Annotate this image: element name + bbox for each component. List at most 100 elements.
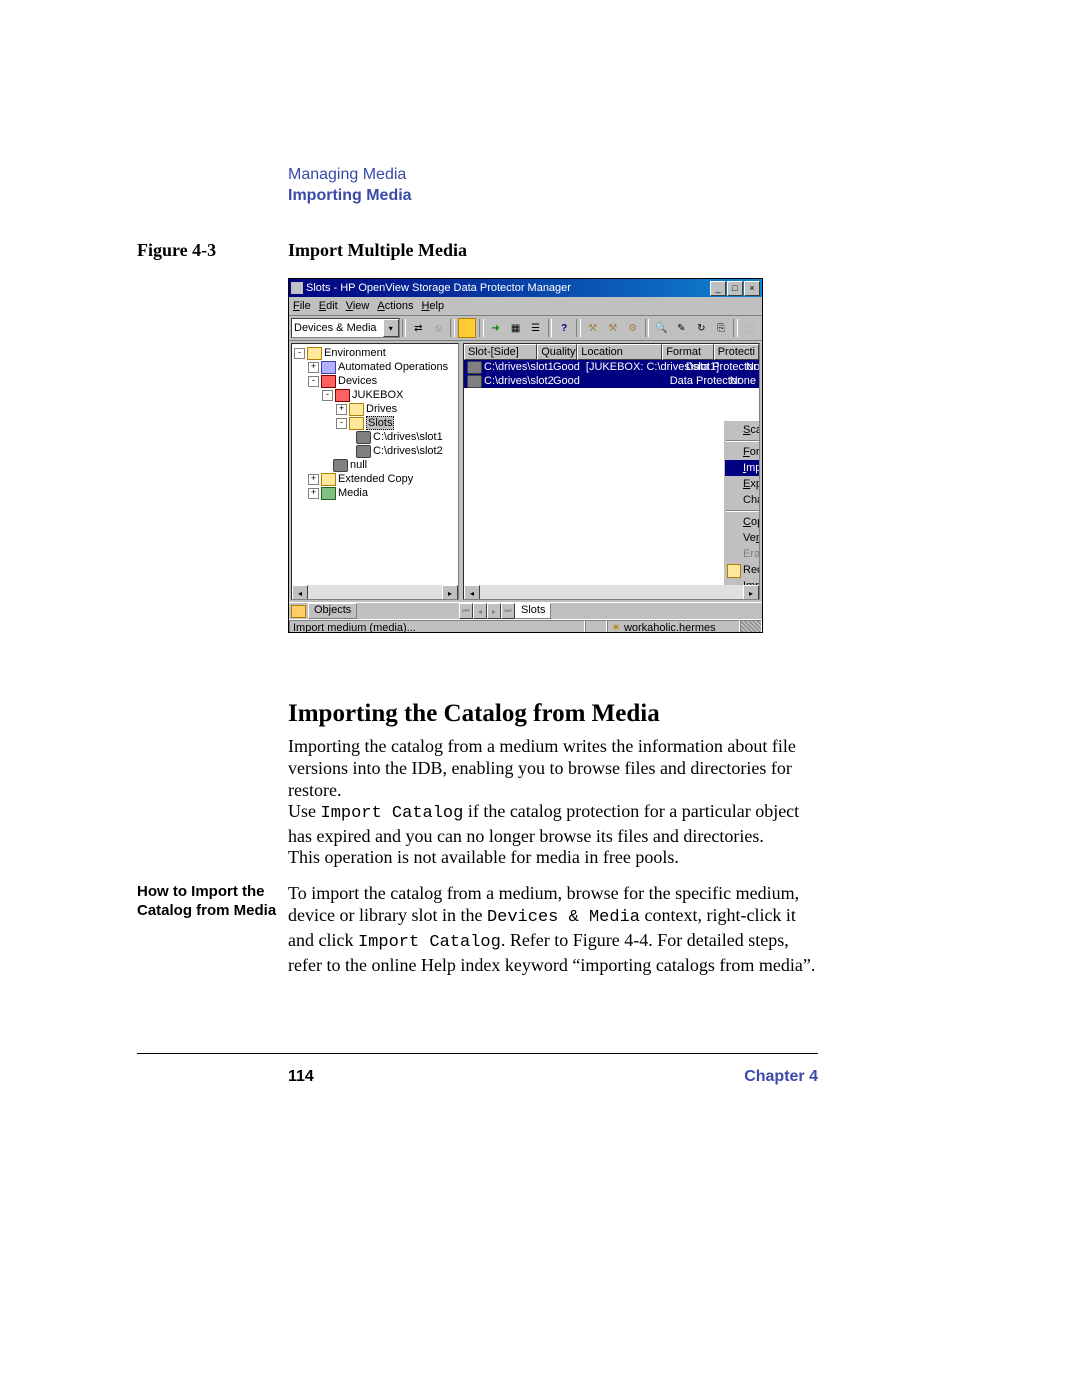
scroll-right-icon[interactable]: ▸ xyxy=(442,585,458,600)
tab-objects[interactable]: Objects xyxy=(308,603,357,619)
media-icon xyxy=(321,487,336,500)
cell-prot: None xyxy=(743,360,760,374)
tree-node-drives[interactable]: Drives xyxy=(366,403,397,415)
close-button[interactable]: × xyxy=(744,281,760,296)
tool-icon[interactable]: ⚙ xyxy=(624,318,642,338)
cell-format: Data Protector xyxy=(667,374,727,388)
ctx-change-location[interactable]: Change Location... xyxy=(725,492,760,508)
collapse-icon[interactable]: - xyxy=(294,348,305,359)
ctx-verify[interactable]: Verify... xyxy=(725,530,760,546)
doc-icon[interactable]: ▦ xyxy=(507,318,525,338)
list-icon[interactable]: ☰ xyxy=(527,318,545,338)
paragraph: Importing the catalog from a medium writ… xyxy=(288,735,818,801)
context-selector[interactable]: Devices & Media ▾ xyxy=(291,318,400,338)
search-icon[interactable]: 🔍 xyxy=(652,318,670,338)
stop-icon[interactable]: ⦸ xyxy=(429,318,447,338)
collapse-icon[interactable]: - xyxy=(308,376,319,387)
expand-icon[interactable]: + xyxy=(308,474,319,485)
tree-node-jukebox[interactable]: JUKEBOX xyxy=(352,389,403,401)
toolbar-separator xyxy=(479,319,484,337)
collapse-icon[interactable]: - xyxy=(336,418,347,429)
ctx-export[interactable]: Export xyxy=(725,476,760,492)
tool-icon[interactable]: ⎘ xyxy=(712,318,730,338)
tool-icon[interactable]: ↻ xyxy=(692,318,710,338)
scan-icon xyxy=(727,424,739,436)
cell-quality: Good xyxy=(550,374,584,388)
status-message: Import medium (media)... xyxy=(289,620,585,633)
nav-icon[interactable]: ➜ xyxy=(487,318,505,338)
footer-rule xyxy=(137,1053,818,1054)
toolbar-separator xyxy=(450,319,455,337)
minimize-button[interactable]: _ xyxy=(710,281,726,296)
cell-slot: C:\drives\slot1 xyxy=(484,361,554,373)
status-pane xyxy=(585,620,607,633)
ctx-recycle[interactable]: Recycle xyxy=(725,562,760,578)
tree-node-media[interactable]: Media xyxy=(338,487,368,499)
context-selector-value: Devices & Media xyxy=(294,322,377,334)
nav-prev-icon[interactable]: ◂ xyxy=(473,603,487,619)
expand-icon[interactable]: + xyxy=(308,362,319,373)
tool-icon[interactable]: ✎ xyxy=(672,318,690,338)
tree-node-slots[interactable]: Slots xyxy=(366,416,394,430)
nav-first-icon[interactable]: ⏮ xyxy=(459,603,473,619)
scroll-right-icon[interactable]: ▸ xyxy=(743,585,759,600)
connect-icon[interactable]: ⇄ xyxy=(409,318,427,338)
tree-scrollbar[interactable]: ◂ ▸ xyxy=(292,585,458,599)
tree-node-slot2[interactable]: C:\drives\slot2 xyxy=(373,445,443,457)
menu-edit[interactable]: Edit xyxy=(319,300,338,312)
menu-file[interactable]: File xyxy=(293,300,311,312)
code-text: Devices & Media xyxy=(487,908,640,927)
tree-node-environment[interactable]: Environment xyxy=(324,347,386,359)
expand-icon[interactable]: + xyxy=(308,488,319,499)
tape-icon xyxy=(356,431,371,444)
ctx-scan[interactable]: Scan... xyxy=(725,422,760,438)
tool-icon[interactable]: ⚒ xyxy=(604,318,622,338)
paragraph: Use Import Catalog if the catalog protec… xyxy=(288,800,818,847)
tree-pane[interactable]: -Environment +Automated Operations -Devi… xyxy=(291,343,459,600)
title-bar: Slots - HP OpenView Storage Data Protect… xyxy=(289,279,762,297)
list-row[interactable]: C:\drives\slot2 Good Data Protector None xyxy=(464,374,759,388)
tool-icon[interactable]: ⚒ xyxy=(584,318,602,338)
collapse-icon[interactable]: - xyxy=(322,390,333,401)
folder-icon[interactable] xyxy=(458,318,476,338)
menu-actions[interactable]: Actions xyxy=(377,300,413,312)
maximize-button[interactable]: □ xyxy=(727,281,743,296)
tree-node-devices[interactable]: Devices xyxy=(338,375,377,387)
tree-node-extcopy[interactable]: Extended Copy xyxy=(338,473,413,485)
menu-view[interactable]: View xyxy=(346,300,370,312)
toolbar-separator xyxy=(402,319,407,337)
ctx-format[interactable]: Format... xyxy=(725,444,760,460)
window-title: Slots - HP OpenView Storage Data Protect… xyxy=(306,282,571,294)
nav-next-icon[interactable]: ▸ xyxy=(487,603,501,619)
col-protection[interactable]: Protecti xyxy=(714,344,759,360)
running-header-topic: Importing Media xyxy=(288,187,412,205)
running-header-section: Managing Media xyxy=(288,166,412,184)
screenshot-window: Slots - HP OpenView Storage Data Protect… xyxy=(288,278,763,633)
scroll-left-icon[interactable]: ◂ xyxy=(464,585,480,600)
toolbar-separator xyxy=(548,319,553,337)
scroll-left-icon[interactable]: ◂ xyxy=(292,585,308,600)
col-slot[interactable]: Slot-[Side] xyxy=(464,344,537,360)
tree-node-auto[interactable]: Automated Operations xyxy=(338,361,448,373)
tab-slots[interactable]: Slots xyxy=(515,603,551,619)
list-pane[interactable]: Slot-[Side] Quality Location Format Prot… xyxy=(463,343,760,600)
col-quality[interactable]: Quality xyxy=(537,344,577,360)
tape-icon xyxy=(467,361,482,374)
col-format[interactable]: Format xyxy=(662,344,714,360)
tree-node-null[interactable]: null xyxy=(350,459,367,471)
menu-help[interactable]: Help xyxy=(421,300,444,312)
resize-grip-icon[interactable] xyxy=(740,620,762,633)
tool-icon[interactable]: ⬚ xyxy=(741,318,759,338)
ctx-copy[interactable]: Copy... xyxy=(725,514,760,530)
null-icon xyxy=(333,459,348,472)
status-host: workaholic.hermes xyxy=(624,622,716,633)
chevron-down-icon[interactable]: ▾ xyxy=(383,319,399,337)
tree-node-slot1[interactable]: C:\drives\slot1 xyxy=(373,431,443,443)
ctx-import[interactable]: Import xyxy=(725,460,760,476)
expand-icon[interactable]: + xyxy=(336,404,347,415)
list-row[interactable]: C:\drives\slot1 Good [JUKEBOX: C:\drives… xyxy=(464,360,759,374)
nav-last-icon[interactable]: ⏭ xyxy=(501,603,515,619)
list-scrollbar[interactable]: ◂ ▸ xyxy=(464,585,759,599)
col-location[interactable]: Location xyxy=(577,344,662,360)
help-icon[interactable]: ? xyxy=(555,318,573,338)
